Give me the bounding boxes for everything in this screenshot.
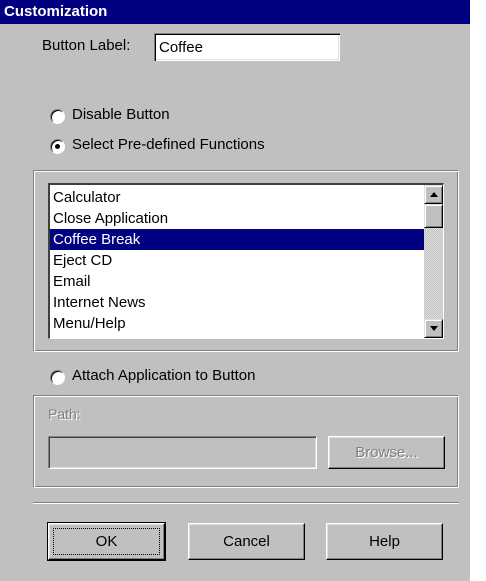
list-item[interactable]: Eject CD [50,250,424,271]
button-label-caption: Button Label: [42,37,131,54]
list-scrollbar[interactable] [424,185,443,338]
arrow-down-icon [430,326,438,331]
browse-button[interactable]: Browse... [328,436,445,469]
help-button[interactable]: Help [326,523,443,560]
list-item[interactable]: Menu/Help [50,313,424,334]
attach-application-radio[interactable] [50,370,65,385]
title-bar: Customization [0,0,470,24]
path-label: Path: [48,406,81,422]
focus-rectangle [53,528,160,555]
disable-button-label: Disable Button [72,106,170,123]
list-item[interactable]: Internet News [50,292,424,313]
ok-button[interactable]: OK [47,522,166,561]
path-input[interactable] [48,436,317,469]
footer-separator [33,502,459,504]
radio-selected-dot [55,144,60,149]
scroll-up-button[interactable] [424,185,443,204]
functions-list-items: Calculator Close Application Coffee Brea… [50,187,424,334]
functions-group: Calculator Close Application Coffee Brea… [33,170,459,352]
list-item[interactable]: Email [50,271,424,292]
list-item-selected[interactable]: Coffee Break [50,229,424,250]
list-item[interactable]: Calculator [50,187,424,208]
customization-dialog: Customization Button Label: Disable Butt… [0,0,470,581]
attach-application-label: Attach Application to Button [72,367,256,384]
scroll-thumb[interactable] [424,204,443,228]
predefined-functions-radio[interactable] [50,139,65,154]
button-label-input[interactable] [154,33,340,61]
scroll-down-button[interactable] [424,319,443,338]
cancel-button[interactable]: Cancel [188,523,305,560]
disable-button-radio[interactable] [50,109,65,124]
arrow-up-icon [430,192,438,197]
functions-listbox[interactable]: Calculator Close Application Coffee Brea… [48,183,444,339]
list-item[interactable]: Close Application [50,208,424,229]
application-group: Path: Browse... [33,395,459,488]
predefined-functions-label: Select Pre-defined Functions [72,136,265,153]
